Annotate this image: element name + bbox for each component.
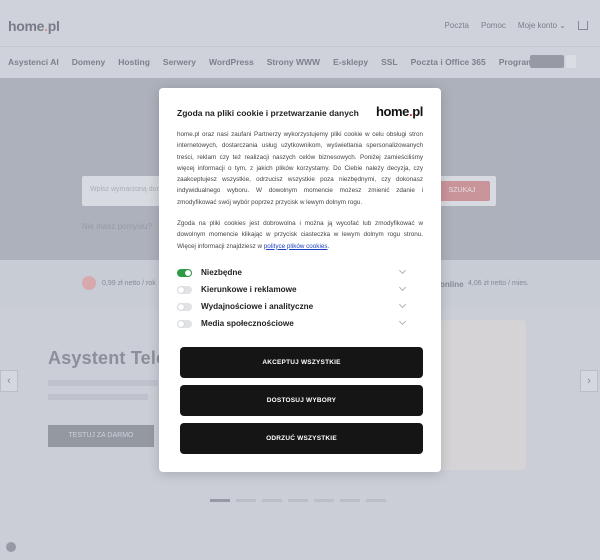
chevron-down-icon[interactable] <box>398 317 407 326</box>
toggle-analytics[interactable] <box>177 302 192 311</box>
consent-row-advertising[interactable]: Kierunkowe i reklamowe <box>177 281 423 298</box>
dialog-title: Zgoda na pliki cookie i przetwarzanie da… <box>177 108 359 118</box>
dialog-logo: home.pl <box>375 104 423 119</box>
chevron-down-icon[interactable] <box>398 283 407 292</box>
toggle-advertising[interactable] <box>177 285 192 294</box>
consent-withdraw-info: Zgoda na pliki cookies jest dobrowolna i… <box>177 220 423 250</box>
toggle-social-media[interactable] <box>177 319 192 328</box>
customize-button[interactable]: DOSTOSUJ WYBORY <box>180 385 423 416</box>
consent-description: home.pl oraz nasi zaufani Partnerzy wyko… <box>177 131 423 206</box>
consent-label: Media społecznościowe <box>201 319 294 328</box>
cookie-consent-dialog: Zgoda na pliki cookie i przetwarzanie da… <box>159 88 441 472</box>
cookie-policy-link[interactable]: polityce plików cookies <box>264 243 328 250</box>
consent-categories: Niezbędne Kierunkowe i reklamowe Wydajno… <box>177 264 423 332</box>
consent-row-analytics[interactable]: Wydajnościowe i analityczne <box>177 298 423 315</box>
consent-row-social[interactable]: Media społecznościowe <box>177 315 423 332</box>
consent-label: Wydajnościowe i analityczne <box>201 302 314 311</box>
consent-row-necessary[interactable]: Niezbędne <box>177 264 423 281</box>
consent-label: Niezbędne <box>201 268 242 277</box>
toggle-necessary[interactable] <box>177 268 192 277</box>
accept-all-button[interactable]: AKCEPTUJ WSZYSTKIE <box>180 347 423 378</box>
consent-label: Kierunkowe i reklamowe <box>201 285 297 294</box>
reject-all-button[interactable]: ODRZUĆ WSZYSTKIE <box>180 423 423 454</box>
chevron-down-icon[interactable] <box>398 266 407 275</box>
chevron-down-icon[interactable] <box>398 300 407 309</box>
